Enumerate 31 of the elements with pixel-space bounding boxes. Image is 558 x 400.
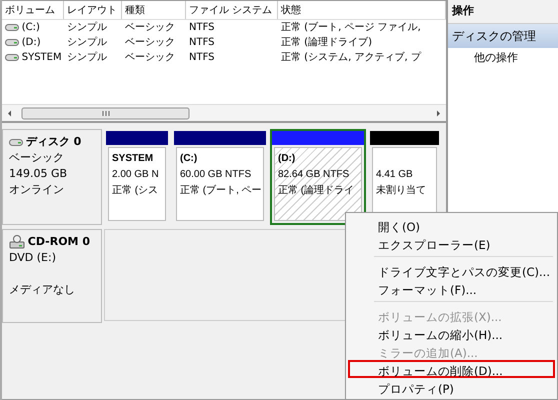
disk-info: DVD (E:) [9,250,58,266]
table-cell-text: シンプル [66,20,108,35]
table-cell-text: 正常 (ブート, ページ ファイル, [280,20,422,35]
table-cell-text: NTFS [188,21,216,35]
table-cell-text: ベーシック [124,51,176,65]
partition-size: 60.00 GB NTFS [180,168,252,182]
disk-info: 149.05 GB [9,166,68,182]
table-cell-text: シンプル [66,50,108,65]
table-cell-text: ベーシック [124,21,176,35]
partition-size: 82.64 GB NTFS [278,168,350,182]
partition-name: (C:) [180,152,198,166]
partition-status: 正常 (ブート, ペー [180,184,262,198]
table-cell-text: NTFS [188,36,216,50]
partition-size: 4.41 GB [376,168,413,182]
partition-status: 正常 (論理ドライ [278,184,354,198]
partition-status: 正常 (シス [112,184,158,198]
disk-info: ベーシック [9,150,65,166]
table-cell-text: 正常 (システム, アクティブ, プ [280,50,422,65]
actions-header: 操作 [448,0,558,24]
partition-name: SYSTEM [112,152,154,166]
disk-info: メディアなし [9,282,76,298]
disk-name: ディスク 0 [26,134,82,150]
table-cell-text: NTFS [188,51,216,65]
table-cell-text: 正常 (論理ドライブ) [280,36,373,50]
table-cell-text: シンプル [66,36,108,50]
partition-name: (D:) [278,152,296,166]
disk-name: CD-ROM 0 [28,234,90,250]
partition-size: 2.00 GB N [112,168,159,182]
partition-status: 未割り当て [376,184,426,198]
disk-info: オンライン [9,182,65,198]
table-cell-text: ベーシック [124,36,176,50]
